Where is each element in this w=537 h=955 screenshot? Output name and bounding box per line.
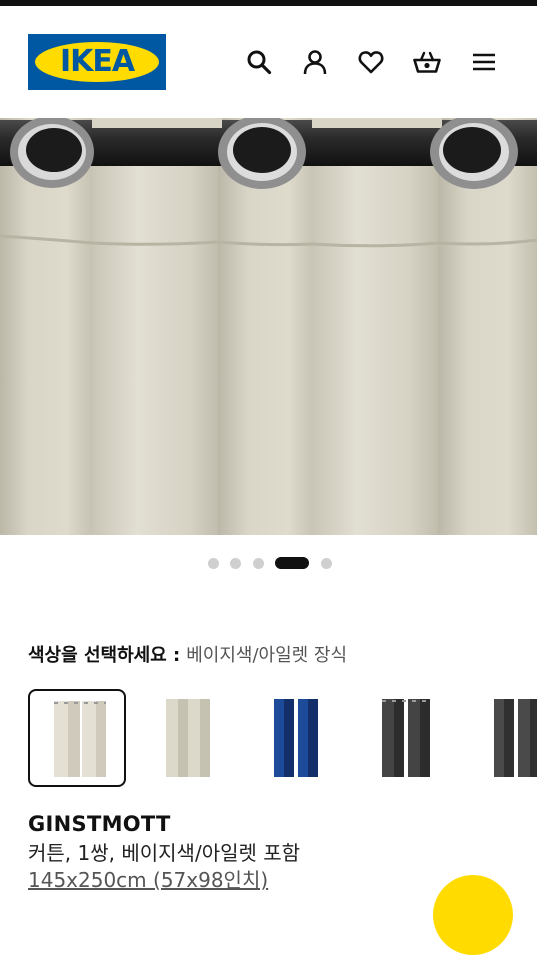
gallery-pagination [0,557,537,569]
product-description: 커튼, 1쌍, 베이지색/아일렛 포함 [28,841,301,865]
product-image[interactable] [0,118,537,535]
swatch-dark-gray-eyelet[interactable] [358,689,456,787]
basket-icon[interactable] [413,49,441,75]
menu-icon[interactable] [471,49,497,75]
color-selector-label: 색상을 선택하세요 : 베이지색/아일렛 장식 [28,644,347,668]
swatch-beige-eyelet[interactable] [28,689,126,787]
selected-color-value: 베이지색/아일렛 장식 [186,645,348,666]
heart-icon[interactable] [358,49,384,75]
swatch-blue[interactable] [248,689,346,787]
gallery-dot[interactable] [253,558,264,569]
swatch-dark-gray[interactable] [468,689,537,787]
search-icon[interactable] [246,49,272,75]
ikea-logo[interactable]: IKEA [28,34,166,90]
site-header: IKEA [0,6,537,118]
logo-text: IKEA [59,44,135,79]
product-name: GINSTMOTT [28,812,171,836]
gallery-dot-active[interactable] [275,557,309,569]
color-swatch-list [28,689,537,789]
gallery-dot[interactable] [321,558,332,569]
color-select-heading: 색상을 선택하세요 : [28,645,181,666]
gallery-dot[interactable] [230,558,241,569]
logo-oval: IKEA [35,42,159,82]
product-size-link[interactable]: 145x250cm (57x98인치) [28,867,268,893]
account-icon[interactable] [302,49,328,75]
swatch-beige[interactable] [138,689,236,787]
gallery-dot[interactable] [208,558,219,569]
add-to-cart-fab[interactable] [433,875,513,955]
